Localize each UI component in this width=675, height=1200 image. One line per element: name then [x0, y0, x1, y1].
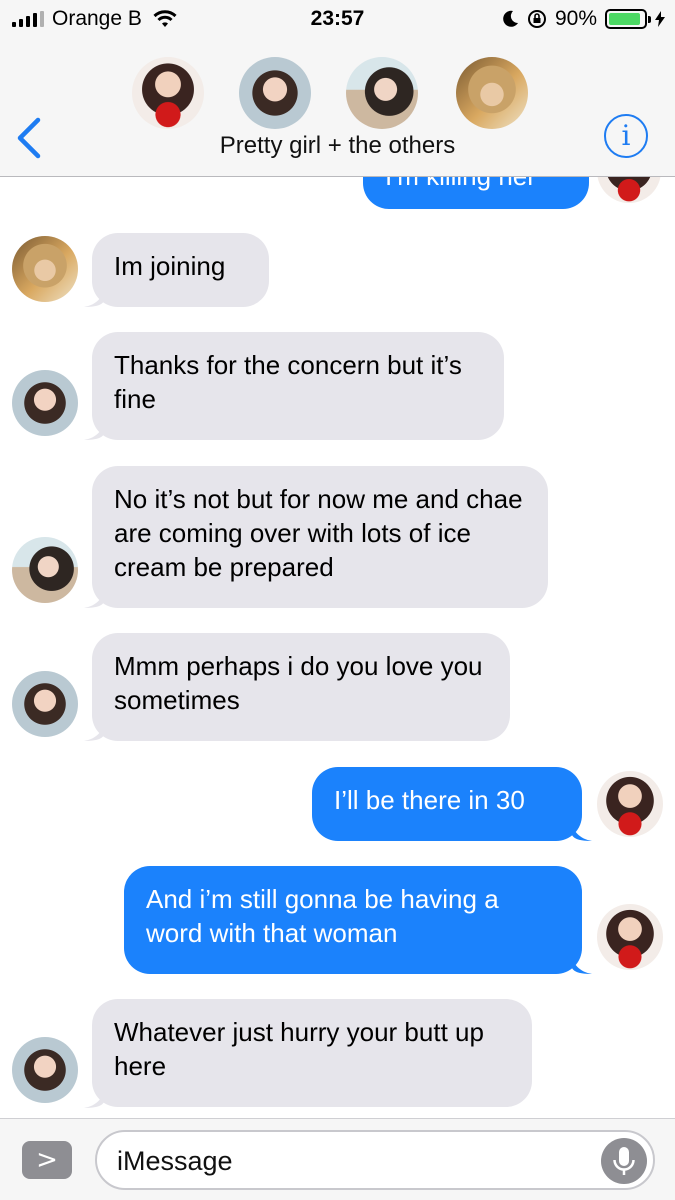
message-bubble-outgoing[interactable]: I'm killing her	[363, 177, 589, 209]
status-bar: Orange B 23:57 90%	[0, 0, 675, 40]
chaeyoung-avatar[interactable]	[132, 57, 204, 129]
beach-avatar	[12, 537, 78, 603]
chaeyoung-avatar	[597, 904, 663, 970]
conversation-header: Pretty girl + the others i	[0, 40, 675, 177]
group-name[interactable]: Pretty girl + the others	[0, 132, 675, 160]
message-row: I'm killing her	[0, 177, 675, 212]
message-bubble-outgoing[interactable]: I’ll be there in 30	[312, 767, 582, 841]
message-bubble-incoming[interactable]: Mmm perhaps i do you love you sometimes	[92, 633, 510, 741]
message-bubble-incoming[interactable]: Whatever just hurry your butt up here	[92, 999, 532, 1107]
info-button[interactable]: i	[604, 114, 648, 158]
blonde-avatar	[12, 236, 78, 302]
bubble-tail	[572, 821, 592, 841]
microphone-icon	[613, 1147, 635, 1175]
message-bubble-incoming[interactable]: Im joining	[92, 233, 269, 307]
nayeon-avatar	[12, 1037, 78, 1103]
battery-percent: 90%	[554, 7, 597, 30]
message-bubble-outgoing[interactable]: And i’m still gonna be having a word wit…	[124, 866, 582, 974]
message-input[interactable]	[117, 1142, 577, 1180]
message-bubble-incoming[interactable]: Thanks for the concern but it’s fine	[92, 332, 504, 440]
moon-icon	[503, 10, 518, 27]
nayeon-avatar	[12, 671, 78, 737]
microphone-button[interactable]	[601, 1138, 647, 1184]
bubble-tail	[572, 954, 592, 974]
rotation-lock-icon	[527, 10, 546, 28]
nayeon-avatar[interactable]	[239, 57, 311, 129]
apps-button[interactable]: >	[22, 1141, 72, 1179]
message-bubble-incoming[interactable]: No it’s not but for now me and chae are …	[92, 466, 548, 608]
input-bar: >	[0, 1118, 675, 1200]
blonde-avatar[interactable]	[456, 57, 528, 129]
nayeon-avatar	[12, 370, 78, 436]
charging-icon	[655, 11, 665, 27]
battery-icon	[605, 9, 651, 29]
message-field[interactable]	[95, 1130, 655, 1190]
chaeyoung-avatar	[597, 771, 663, 837]
beach-avatar[interactable]	[346, 57, 418, 129]
chaeyoung-avatar	[597, 177, 661, 203]
